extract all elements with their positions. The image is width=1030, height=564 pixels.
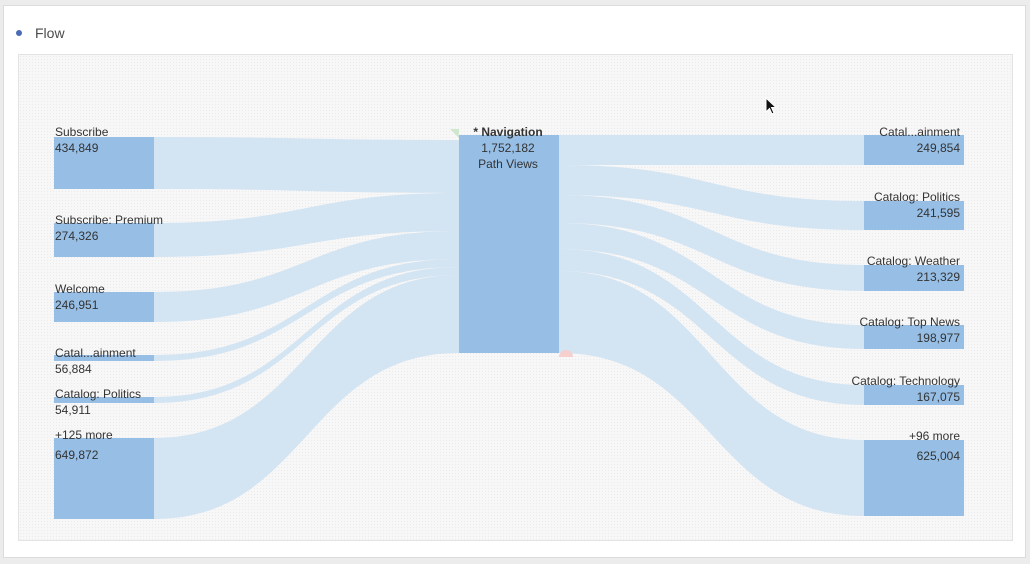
left-node-label-politics: Catalog: Politics — [55, 387, 142, 401]
right-node-label-politics: Catalog: Politics — [873, 190, 960, 204]
panel-header: Flow — [16, 23, 65, 43]
left-node-value-more: 649,872 — [55, 448, 99, 462]
panel-title: Flow — [35, 25, 65, 41]
left-node-value-subscribe: 434,849 — [55, 141, 99, 155]
right-node-label-more[interactable]: +96 more — [764, 429, 960, 443]
left-node-value-welcome: 246,951 — [55, 298, 99, 312]
left-node-label-welcome: Welcome — [55, 282, 105, 296]
mouse-pointer-icon — [765, 97, 778, 115]
left-node-label-subscribe-premium: Subscribe: Premium — [55, 213, 164, 227]
right-node-label-entertainment: Catal...ainment — [879, 125, 960, 139]
right-node-label-weather: Catalog: Weather — [866, 254, 960, 268]
right-node-value-weather: 213,329 — [916, 270, 960, 284]
flow-panel: Flow Subscribe 434,849 Subscribe: Premiu… — [3, 5, 1026, 558]
left-node-label-entertainment: Catal...ainment — [55, 346, 136, 360]
right-node-value-top-news: 198,977 — [916, 331, 960, 345]
panel-dot-icon — [16, 30, 22, 36]
right-node-label-top-news: Catalog: Top News — [859, 315, 961, 329]
flow-canvas[interactable]: Subscribe 434,849 Subscribe: Premium 274… — [18, 54, 1013, 541]
focus-node-unit: Path Views — [478, 157, 538, 171]
focus-node-label: * Navigation — [473, 125, 543, 139]
left-flow-link-0[interactable] — [154, 137, 459, 193]
focus-node-value: 1,752,182 — [481, 141, 535, 155]
left-node-value-entertainment: 56,884 — [55, 362, 92, 376]
right-node-label-technology: Catalog: Technology — [851, 374, 960, 388]
left-node-label-more[interactable]: +125 more — [55, 428, 113, 442]
right-node-value-technology: 167,075 — [916, 390, 960, 404]
right-node-value-more: 625,004 — [916, 449, 960, 463]
left-node-label-subscribe: Subscribe — [55, 125, 109, 139]
left-node-value-subscribe-premium: 274,326 — [55, 229, 99, 243]
left-node-value-politics: 54,911 — [55, 403, 91, 417]
right-node-value-politics: 241,595 — [916, 206, 960, 220]
right-node-value-entertainment: 249,854 — [916, 141, 960, 155]
